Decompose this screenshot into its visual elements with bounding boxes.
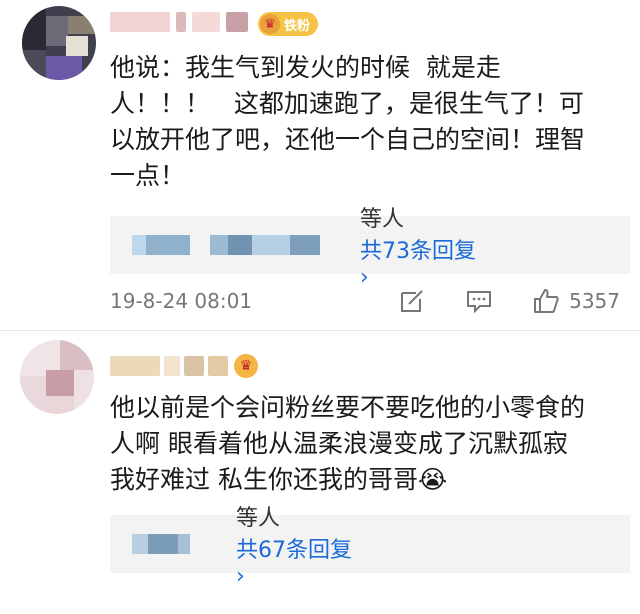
reply-summary[interactable]: 等人 共67条回复 › — [110, 506, 630, 589]
comment-item: ♛ 他以前是个会问粉丝要不要吃他的小零食的 人啊 眼看着他从温柔浪漫变成了沉默孤… — [0, 0, 640, 589]
chevron-right-icon: › — [235, 563, 245, 589]
comment-text: 他以前是个会问粉丝要不要吃他的小零食的 人啊 眼看着他从温柔浪漫变成了沉默孤寂 … — [110, 393, 586, 494]
avatar[interactable] — [20, 340, 94, 414]
username-blurred[interactable] — [110, 356, 230, 376]
reply-users-blurred — [132, 534, 192, 554]
reply-count-link[interactable]: 共67条回复 — [236, 538, 352, 563]
crown-icon: ♛ — [234, 354, 258, 378]
